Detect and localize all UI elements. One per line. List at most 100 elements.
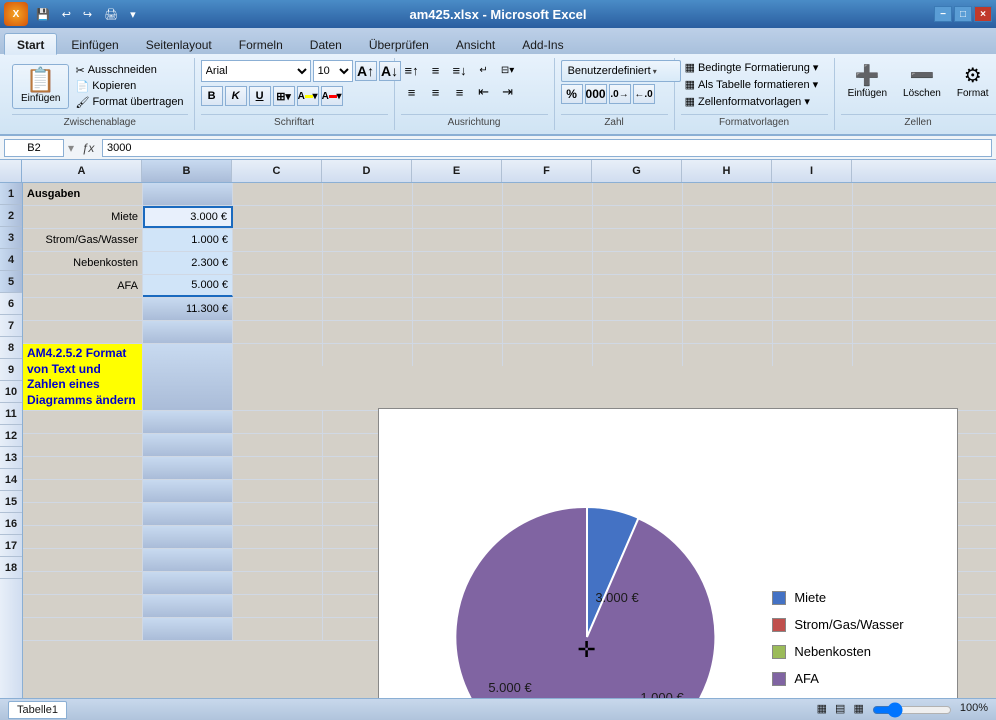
cell-c6[interactable] xyxy=(233,298,323,320)
cell-h3[interactable] xyxy=(683,229,773,251)
cell-i1[interactable] xyxy=(773,183,853,205)
italic-btn[interactable]: K xyxy=(225,86,247,106)
cell-f2[interactable] xyxy=(503,206,593,228)
percent-btn[interactable]: % xyxy=(561,84,583,104)
cell-a7[interactable] xyxy=(23,321,143,343)
cell-b4[interactable]: 2.300 € xyxy=(143,252,233,274)
corner-select-all[interactable] xyxy=(0,160,22,182)
cell-styles-btn[interactable]: ▦ Zellenformatvorlagen ▾ xyxy=(681,94,814,109)
font-name-select[interactable]: Arial xyxy=(201,60,311,82)
row-header-2[interactable]: 2 xyxy=(0,205,22,227)
cell-d7[interactable] xyxy=(323,321,413,343)
cell-g7[interactable] xyxy=(593,321,683,343)
conditional-format-btn[interactable]: ▦ Bedingte Formatierung ▾ xyxy=(681,60,823,75)
decrease-indent-btn[interactable]: ⇤ xyxy=(473,82,495,102)
view-page-break[interactable]: ▦ xyxy=(853,702,863,718)
align-bottom-btn[interactable]: ≡↓ xyxy=(449,60,471,80)
cell-f7[interactable] xyxy=(503,321,593,343)
cell-g8[interactable] xyxy=(593,344,683,366)
cell-e6[interactable] xyxy=(413,298,503,320)
row-header-8[interactable]: 8 xyxy=(0,337,22,359)
cell-b3[interactable]: 1.000 € xyxy=(143,229,233,251)
cell-b5[interactable]: 5.000 € xyxy=(143,275,233,297)
chart-area[interactable]: 3.000 € 1.000 € 2.300 € 5.000 € ✛ Miete xyxy=(378,408,958,698)
col-header-a[interactable]: A xyxy=(22,160,142,182)
cell-a4[interactable]: Nebenkosten xyxy=(23,252,143,274)
save-button[interactable]: 💾 xyxy=(32,6,54,23)
row-header-3[interactable]: 3 xyxy=(0,227,22,249)
cell-f3[interactable] xyxy=(503,229,593,251)
close-btn[interactable]: × xyxy=(974,6,992,22)
cell-b7[interactable] xyxy=(143,321,233,343)
cell-c4[interactable] xyxy=(233,252,323,274)
col-header-f[interactable]: F xyxy=(502,160,592,182)
zoom-slider[interactable] xyxy=(872,702,952,718)
font-color-btn[interactable]: A▾ xyxy=(321,86,343,106)
cell-i4[interactable] xyxy=(773,252,853,274)
cell-h4[interactable] xyxy=(683,252,773,274)
tab-ansicht[interactable]: Ansicht xyxy=(443,33,508,54)
cell-c8[interactable] xyxy=(233,344,323,366)
row-header-4[interactable]: 4 xyxy=(0,249,22,271)
row-header-7[interactable]: 7 xyxy=(0,315,22,337)
tab-addins[interactable]: Add-Ins xyxy=(509,33,576,54)
thousands-btn[interactable]: 000 xyxy=(585,84,607,104)
qat-dropdown[interactable]: ▾ xyxy=(126,6,140,23)
cell-c1[interactable] xyxy=(233,183,323,205)
cell-b2[interactable]: 3.000 € xyxy=(143,206,233,228)
merge-btn[interactable]: ⊟▾ xyxy=(497,60,519,80)
tab-formeln[interactable]: Formeln xyxy=(226,33,296,54)
cell-b1[interactable] xyxy=(143,183,233,205)
row-header-10[interactable]: 10 xyxy=(0,381,22,403)
cell-i6[interactable] xyxy=(773,298,853,320)
row-header-1[interactable]: 1 xyxy=(0,183,22,205)
cell-g2[interactable] xyxy=(593,206,683,228)
paste-button[interactable]: 📋 Einfügen xyxy=(12,64,69,109)
cell-g1[interactable] xyxy=(593,183,683,205)
cell-a2[interactable]: Miete xyxy=(23,206,143,228)
cell-e7[interactable] xyxy=(413,321,503,343)
cell-i7[interactable] xyxy=(773,321,853,343)
cell-g6[interactable] xyxy=(593,298,683,320)
cell-a5[interactable]: AFA xyxy=(23,275,143,297)
formula-input[interactable] xyxy=(102,139,992,157)
underline-btn[interactable]: U xyxy=(249,86,271,106)
cell-b9[interactable] xyxy=(143,411,233,433)
cell-i3[interactable] xyxy=(773,229,853,251)
cut-button[interactable]: ✂ Ausschneiden xyxy=(71,63,187,78)
delete-cells-btn[interactable]: ➖ Löschen xyxy=(896,60,948,102)
tab-start[interactable]: Start xyxy=(4,33,57,55)
increase-decimal-btn[interactable]: .0→ xyxy=(609,84,631,104)
align-top-btn[interactable]: ≡↑ xyxy=(401,60,423,80)
tab-seitenlayout[interactable]: Seitenlayout xyxy=(133,33,225,54)
view-normal[interactable]: ▦ xyxy=(817,702,827,718)
cell-e8[interactable] xyxy=(413,344,503,366)
cell-a9[interactable] xyxy=(23,411,143,433)
cell-h8[interactable] xyxy=(683,344,773,366)
copy-button[interactable]: 📄 Kopieren xyxy=(71,79,187,94)
cell-reference[interactable]: B2 xyxy=(4,139,64,157)
row-header-16[interactable]: 16 xyxy=(0,513,22,535)
cell-d3[interactable] xyxy=(323,229,413,251)
col-header-h[interactable]: H xyxy=(682,160,772,182)
cell-a8[interactable]: AM4.2.5.2 Format von Text und Zahlen ein… xyxy=(23,344,143,410)
cell-f6[interactable] xyxy=(503,298,593,320)
cell-e2[interactable] xyxy=(413,206,503,228)
tab-ueberpruefung[interactable]: Überprüfen xyxy=(356,33,442,54)
row-header-18[interactable]: 18 xyxy=(0,557,22,579)
cell-d1[interactable] xyxy=(323,183,413,205)
cell-c7[interactable] xyxy=(233,321,323,343)
view-layout[interactable]: ▤ xyxy=(835,702,845,718)
cell-d5[interactable] xyxy=(323,275,413,297)
col-header-c[interactable]: C xyxy=(232,160,322,182)
cell-e3[interactable] xyxy=(413,229,503,251)
cell-e1[interactable] xyxy=(413,183,503,205)
cell-h6[interactable] xyxy=(683,298,773,320)
cell-i2[interactable] xyxy=(773,206,853,228)
cell-b8[interactable] xyxy=(143,344,233,410)
row-header-13[interactable]: 13 xyxy=(0,447,22,469)
cell-h5[interactable] xyxy=(683,275,773,297)
col-header-g[interactable]: G xyxy=(592,160,682,182)
cell-g4[interactable] xyxy=(593,252,683,274)
number-format-combo[interactable]: Benutzerdefiniert ▾ xyxy=(561,60,681,82)
